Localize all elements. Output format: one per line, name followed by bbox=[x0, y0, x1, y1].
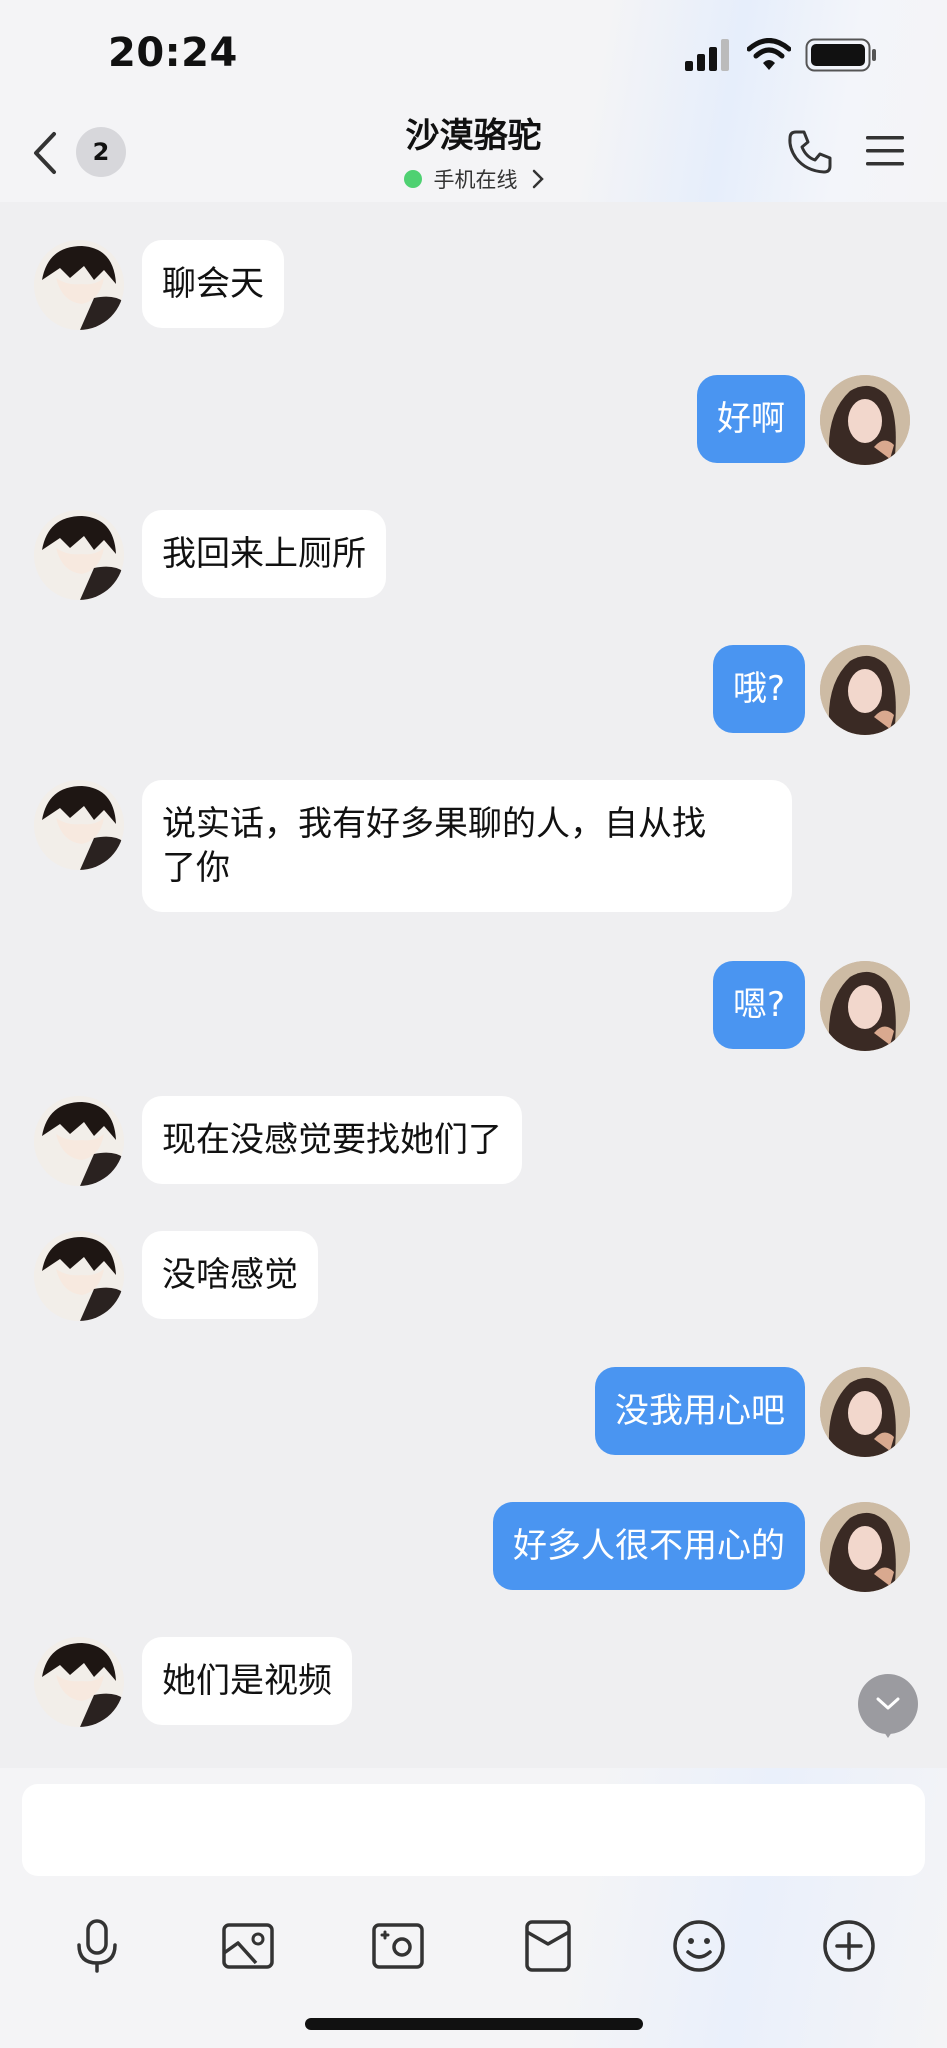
contact-avatar[interactable] bbox=[34, 510, 124, 600]
contact-avatar[interactable] bbox=[34, 780, 124, 870]
plus-icon bbox=[823, 1920, 875, 1972]
message-row-incoming: 说实话，我有好多果聊的人，自从找 了你 bbox=[0, 780, 947, 916]
composer bbox=[0, 1768, 947, 2048]
camera-icon bbox=[372, 1923, 424, 1969]
my-avatar-image bbox=[820, 375, 910, 465]
menu-icon[interactable] bbox=[864, 130, 906, 172]
chevron-right-icon bbox=[532, 169, 544, 189]
my-avatar[interactable] bbox=[820, 961, 910, 1051]
contact-avatar-image bbox=[34, 510, 124, 600]
my-avatar-image bbox=[820, 1502, 910, 1592]
message-input[interactable] bbox=[22, 1784, 925, 1876]
wifi-icon bbox=[747, 38, 791, 70]
microphone-button[interactable] bbox=[67, 1916, 127, 1976]
contact-avatar[interactable] bbox=[34, 240, 124, 330]
contact-avatar[interactable] bbox=[34, 1096, 124, 1186]
chevron-down-icon bbox=[876, 1697, 900, 1710]
contact-avatar[interactable] bbox=[34, 1231, 124, 1321]
message-row-outgoing: 嗯? bbox=[0, 961, 947, 1051]
message-row-incoming: 聊会天 bbox=[0, 240, 947, 330]
camera-button[interactable] bbox=[368, 1916, 428, 1976]
message-line: 了你 bbox=[162, 848, 230, 888]
composer-toolbar bbox=[0, 1916, 947, 1982]
message-row-outgoing: 哦? bbox=[0, 645, 947, 735]
my-avatar[interactable] bbox=[820, 375, 910, 465]
status-icons bbox=[685, 38, 877, 72]
scroll-to-bottom-button[interactable] bbox=[858, 1674, 918, 1738]
message-row-incoming: 她们是视频 bbox=[0, 1637, 947, 1727]
message-bubble[interactable]: 说实话，我有好多果聊的人，自从找 了你 bbox=[142, 780, 792, 912]
emoji-icon bbox=[673, 1920, 725, 1972]
my-avatar[interactable] bbox=[820, 1367, 910, 1457]
contact-avatar-image bbox=[34, 1096, 124, 1186]
message-bubble[interactable]: 现在没感觉要找她们了 bbox=[142, 1096, 522, 1184]
battery-icon bbox=[805, 38, 876, 72]
my-avatar-image bbox=[820, 645, 910, 735]
cellular-signal-icon bbox=[685, 39, 729, 71]
message-bubble[interactable]: 哦? bbox=[712, 645, 805, 733]
message-bubble[interactable]: 好多人很不用心的 bbox=[493, 1502, 805, 1590]
message-row-outgoing: 好多人很不用心的 bbox=[0, 1502, 947, 1592]
top-bar: 20:24 2 沙漠骆驼 手机在线 bbox=[0, 0, 947, 202]
contact-avatar-image bbox=[34, 780, 124, 870]
image-button[interactable] bbox=[218, 1916, 278, 1976]
online-status-text: 手机在线 bbox=[433, 168, 518, 192]
my-avatar-image bbox=[820, 1367, 910, 1457]
contact-avatar-image bbox=[34, 240, 124, 330]
red-packet-button[interactable] bbox=[518, 1916, 578, 1976]
message-bubble[interactable]: 聊会天 bbox=[142, 240, 284, 328]
message-row-incoming: 没啥感觉 bbox=[0, 1231, 947, 1321]
home-indicator[interactable] bbox=[305, 2018, 643, 2030]
phone-call-icon[interactable] bbox=[786, 128, 834, 176]
message-bubble[interactable]: 好啊 bbox=[697, 375, 805, 463]
message-bubble[interactable]: 我回来上厕所 bbox=[142, 510, 386, 598]
message-bubble[interactable]: 她们是视频 bbox=[142, 1637, 352, 1725]
online-dot bbox=[403, 170, 422, 188]
my-avatar-image bbox=[820, 961, 910, 1051]
message-row-outgoing: 没我用心吧 bbox=[0, 1367, 947, 1457]
message-bubble[interactable]: 没我用心吧 bbox=[595, 1367, 805, 1455]
status-time: 20:24 bbox=[108, 30, 238, 76]
red-packet-icon bbox=[525, 1920, 571, 1972]
message-bubble[interactable]: 嗯? bbox=[712, 961, 805, 1049]
contact-avatar-image bbox=[34, 1637, 124, 1727]
message-bubble[interactable]: 没啥感觉 bbox=[142, 1231, 318, 1319]
contact-avatar[interactable] bbox=[34, 1637, 124, 1727]
more-button[interactable] bbox=[819, 1916, 879, 1976]
message-line: 说实话，我有好多果聊的人，自从找 bbox=[162, 804, 706, 844]
my-avatar[interactable] bbox=[820, 1502, 910, 1592]
emoji-button[interactable] bbox=[669, 1916, 729, 1976]
image-icon bbox=[222, 1923, 274, 1969]
contact-avatar-image bbox=[34, 1231, 124, 1321]
my-avatar[interactable] bbox=[820, 645, 910, 735]
message-row-incoming: 现在没感觉要找她们了 bbox=[0, 1096, 947, 1186]
message-row-outgoing: 好啊 bbox=[0, 375, 947, 465]
message-row-incoming: 我回来上厕所 bbox=[0, 510, 947, 600]
microphone-icon bbox=[77, 1919, 117, 1973]
